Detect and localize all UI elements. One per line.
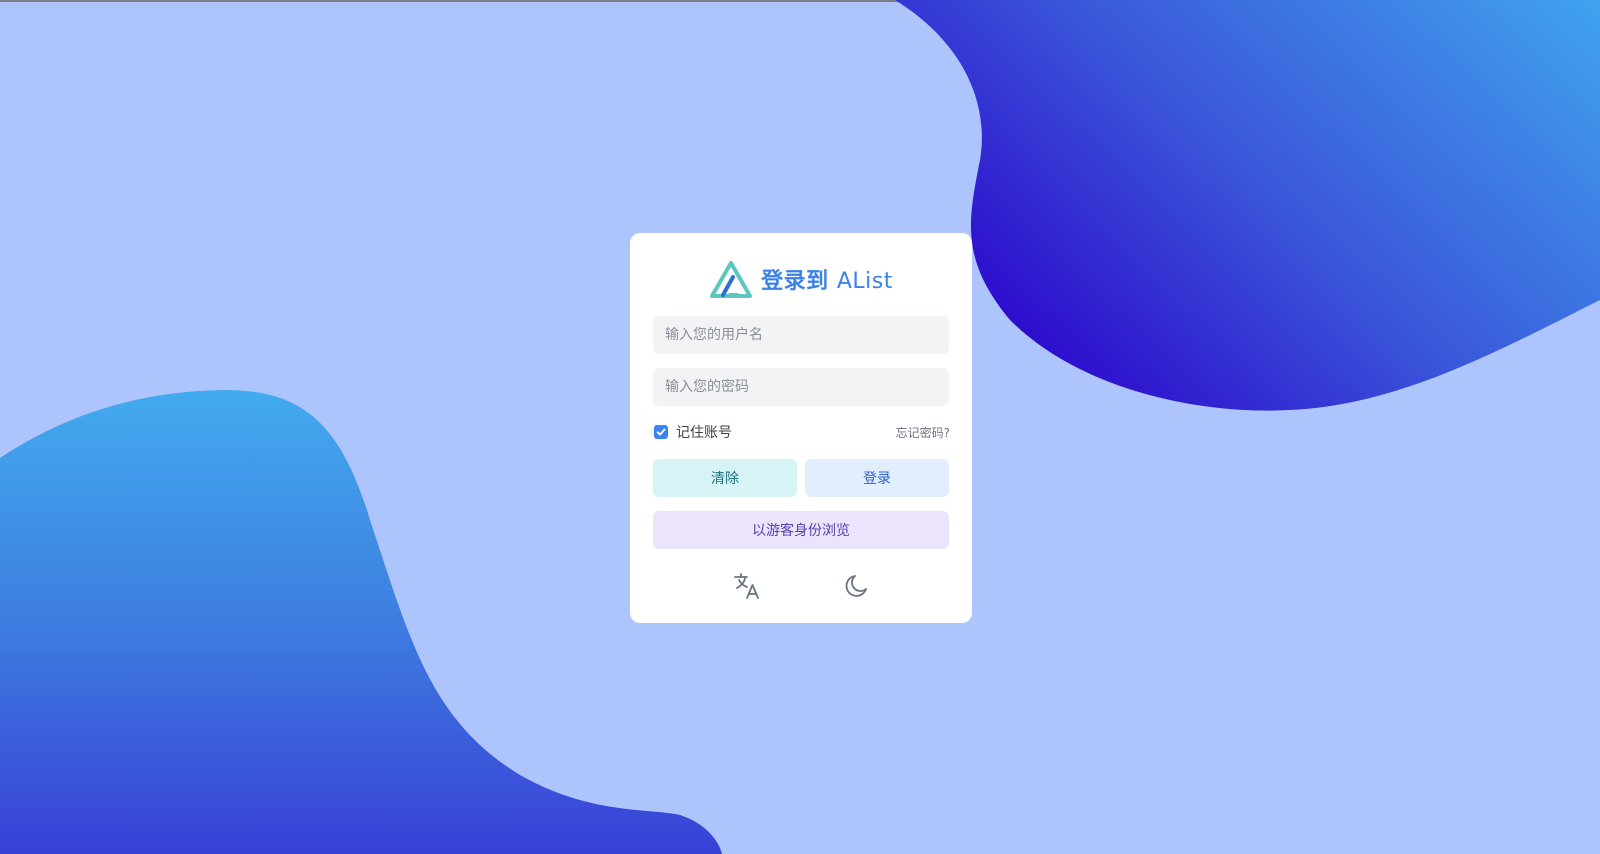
clear-button[interactable]: 清除 — [653, 459, 797, 497]
login-button[interactable]: 登录 — [805, 459, 949, 497]
top-right-blob — [895, 0, 1600, 411]
footer-icons — [630, 571, 972, 605]
username-input[interactable] — [653, 316, 949, 354]
password-input[interactable] — [653, 368, 949, 406]
remember-account-toggle[interactable]: 记住账号 — [654, 422, 732, 442]
alist-logo-icon — [709, 259, 753, 299]
remember-row: 记住账号 忘记密码? — [654, 421, 950, 443]
page-title: 登录到 AList — [761, 263, 893, 295]
moon-icon[interactable] — [842, 571, 872, 601]
forgot-password-link[interactable]: 忘记密码? — [896, 424, 950, 441]
title-brand: AList — [836, 269, 893, 294]
remember-checkbox[interactable] — [654, 425, 668, 439]
check-icon — [656, 428, 666, 436]
title-text: 登录到 — [761, 269, 829, 294]
translate-icon[interactable] — [732, 571, 762, 601]
bottom-left-blob — [0, 390, 722, 854]
login-header: 登录到 AList — [630, 259, 972, 299]
remember-label: 记住账号 — [676, 425, 732, 441]
login-card: 登录到 AList 记住账号 忘记密码? 清除 登录 以游客身份浏览 — [630, 233, 972, 623]
guest-browse-button[interactable]: 以游客身份浏览 — [653, 511, 949, 549]
